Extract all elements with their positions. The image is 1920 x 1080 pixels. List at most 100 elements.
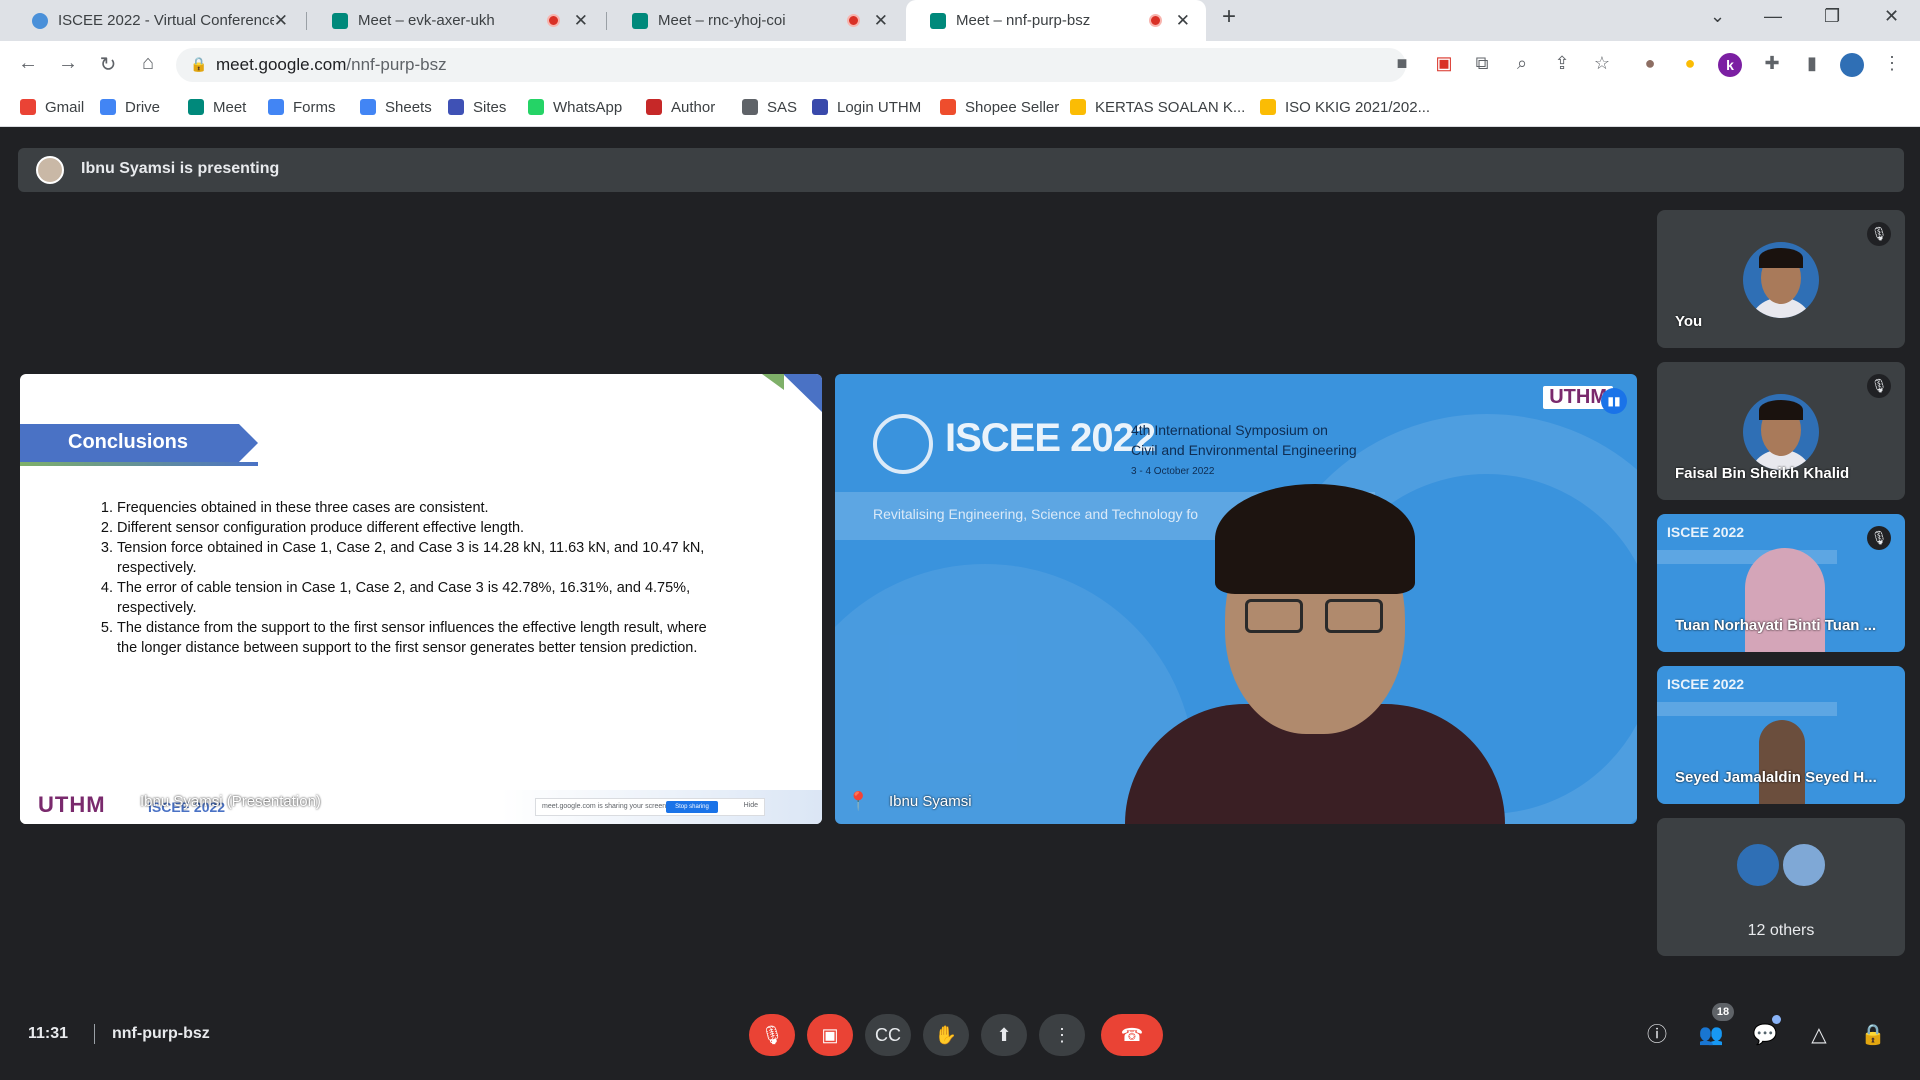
avatar xyxy=(1781,842,1827,888)
participant-tile[interactable]: ISCEE 2022 Seyed Jamalaldin Seyed H... xyxy=(1657,666,1905,804)
hide-button[interactable]: Hide xyxy=(744,802,758,809)
people-icon[interactable]: 👥 xyxy=(1696,1020,1726,1050)
slide-heading-box: Conclusions xyxy=(20,424,258,462)
bookmark-item[interactable]: WhatsApp xyxy=(528,96,622,118)
host-controls-icon[interactable]: 🔒 xyxy=(1858,1020,1888,1050)
home-icon[interactable]: ⌂ xyxy=(134,52,162,75)
bookmark-item[interactable]: Shopee Seller xyxy=(940,96,1059,118)
present-button[interactable]: ⬆ xyxy=(981,1014,1027,1056)
list-item: The error of cable tension in Case 1, Ca… xyxy=(117,578,715,618)
tab-meet-nnf[interactable]: Meet – nnf-purp-bsz ✕ xyxy=(906,0,1206,41)
bookmark-label: Sheets xyxy=(385,98,432,116)
bulb-extension-icon[interactable]: ● xyxy=(1678,53,1702,74)
virtual-bg-band xyxy=(1657,702,1837,716)
virtual-bg-mini-title: ISCEE 2022 xyxy=(1667,676,1745,692)
recording-icon xyxy=(1148,14,1162,27)
bookmark-label: Meet xyxy=(213,98,247,116)
meeting-code: nnf-purp-bsz xyxy=(112,1025,210,1042)
tab-label: Meet – nnf-purp-bsz xyxy=(956,12,1091,29)
camera-off-button[interactable]: ▣ xyxy=(807,1014,853,1056)
address-bar[interactable]: 🔒 meet.google.com/nnf-purp-bsz xyxy=(176,48,1406,82)
tab-label: Meet – evk-axer-ukh xyxy=(358,12,495,29)
tab-search-icon[interactable]: ⌄ xyxy=(1710,6,1725,27)
shared-screen[interactable]: Conclusions Frequencies obtained in thes… xyxy=(20,374,822,824)
tab-meet-rnc[interactable]: Meet – rnc-yhoj-coi ✕ xyxy=(608,0,904,41)
close-icon[interactable]: ✕ xyxy=(874,11,888,31)
chat-icon[interactable]: 💬 xyxy=(1750,1020,1780,1050)
bookmark-item[interactable]: Author xyxy=(646,96,715,118)
tab-meet-evk[interactable]: Meet – evk-axer-ukh ✕ xyxy=(308,0,604,41)
k-extension-icon[interactable]: k xyxy=(1718,53,1742,77)
tab-separator xyxy=(606,12,607,30)
camera-icon[interactable]: ■ xyxy=(1390,53,1414,74)
forward-icon[interactable]: → xyxy=(54,52,82,75)
profile-avatar[interactable] xyxy=(1840,53,1864,77)
unread-dot xyxy=(1772,1015,1781,1024)
bookmark-item[interactable]: KERTAS SOALAN K... xyxy=(1070,96,1245,118)
minimize-button[interactable]: — xyxy=(1764,6,1782,27)
leave-call-button[interactable]: ☎ xyxy=(1101,1014,1163,1056)
bookmark-item[interactable]: Login UTHM xyxy=(812,96,921,118)
presenter-video-tile[interactable]: ISCEE 2022 4th International Symposium o… xyxy=(835,374,1637,824)
new-tab-button[interactable]: + xyxy=(1222,3,1236,31)
bookmark-label: Login UTHM xyxy=(837,98,922,116)
google-icon xyxy=(360,99,376,115)
bookmark-item[interactable]: Drive xyxy=(100,96,160,118)
bookmark-label: SAS xyxy=(767,98,798,116)
mic-off-icon: 🎙 xyxy=(1867,222,1891,246)
avatar xyxy=(1735,842,1781,888)
recording-icon xyxy=(546,14,560,27)
extensions-puzzle-icon[interactable]: ✚ xyxy=(1760,53,1784,74)
activities-icon[interactable]: △ xyxy=(1804,1020,1834,1050)
participant-video xyxy=(1745,548,1825,652)
more-options-button[interactable]: ⋮ xyxy=(1039,1014,1085,1056)
menu-kebab-icon[interactable]: ⋮ xyxy=(1880,53,1904,74)
url-host: meet.google.com xyxy=(216,55,347,74)
share-icon[interactable]: ⇪ xyxy=(1550,53,1574,74)
gmail-icon xyxy=(20,99,36,115)
participant-name: You xyxy=(1675,313,1703,330)
bookmark-item[interactable]: Sites xyxy=(448,96,506,118)
back-icon[interactable]: ← xyxy=(14,52,42,75)
pin-icon[interactable]: 📍 xyxy=(847,791,869,812)
reload-icon[interactable]: ↻ xyxy=(94,52,122,77)
side-panel-icon[interactable]: ▮ xyxy=(1800,53,1824,74)
mic-off-button[interactable]: 🎙 xyxy=(749,1014,795,1056)
conclusions-list: Frequencies obtained in these three case… xyxy=(95,498,715,658)
stop-sharing-button[interactable]: Stop sharing xyxy=(666,801,718,813)
others-tile[interactable]: 12 others xyxy=(1657,818,1905,956)
close-window-button[interactable]: ✕ xyxy=(1884,6,1899,27)
meeting-info-icon[interactable]: ⓘ xyxy=(1642,1020,1672,1050)
presenter-name: Ibnu Syamsi xyxy=(889,793,972,810)
zoom-icon[interactable]: ⌕ xyxy=(1510,53,1534,74)
bookmark-item[interactable]: SAS xyxy=(742,96,797,118)
lock-icon[interactable]: 🔒 xyxy=(190,56,207,73)
participant-tile[interactable]: 🎙 Faisal Bin Sheikh Khalid xyxy=(1657,362,1905,500)
bookmark-item[interactable]: ISO KKIG 2021/202... xyxy=(1260,96,1430,118)
blocked-popup-icon[interactable]: ▣ xyxy=(1432,53,1456,74)
avatar xyxy=(1743,242,1819,318)
clock: 11:31 xyxy=(28,1025,69,1042)
close-icon[interactable]: ✕ xyxy=(1176,11,1190,31)
owl-extension-icon[interactable]: ● xyxy=(1638,53,1662,74)
close-icon[interactable]: ✕ xyxy=(274,11,288,31)
open-in-new-icon[interactable]: ⧉ xyxy=(1470,53,1494,74)
bookmark-item[interactable]: Forms xyxy=(268,96,336,118)
meet-icon xyxy=(930,12,946,29)
restore-button[interactable]: ❐ xyxy=(1824,6,1840,27)
captions-button[interactable]: CC xyxy=(865,1014,911,1056)
list-item: Frequencies obtained in these three case… xyxy=(117,498,715,518)
meet-icon xyxy=(332,12,348,29)
raise-hand-button[interactable]: ✋ xyxy=(923,1014,969,1056)
bookmark-item[interactable]: Sheets xyxy=(360,96,432,118)
close-icon[interactable]: ✕ xyxy=(574,11,588,31)
participant-tile[interactable]: 🎙 You xyxy=(1657,210,1905,348)
participant-tile[interactable]: ISCEE 2022 🎙 Tuan Norhayati Binti Tuan .… xyxy=(1657,514,1905,652)
bookmark-star-icon[interactable]: ☆ xyxy=(1590,53,1614,74)
slide-heading: Conclusions xyxy=(68,431,189,453)
bookmark-item[interactable]: Meet xyxy=(188,96,246,118)
tab-iscee[interactable]: ISCEE 2022 - Virtual Conference ✕ xyxy=(8,0,304,41)
mic-off-icon: 🎙 xyxy=(1867,526,1891,550)
drive-icon xyxy=(1070,99,1086,115)
bookmark-item[interactable]: Gmail xyxy=(20,96,84,118)
